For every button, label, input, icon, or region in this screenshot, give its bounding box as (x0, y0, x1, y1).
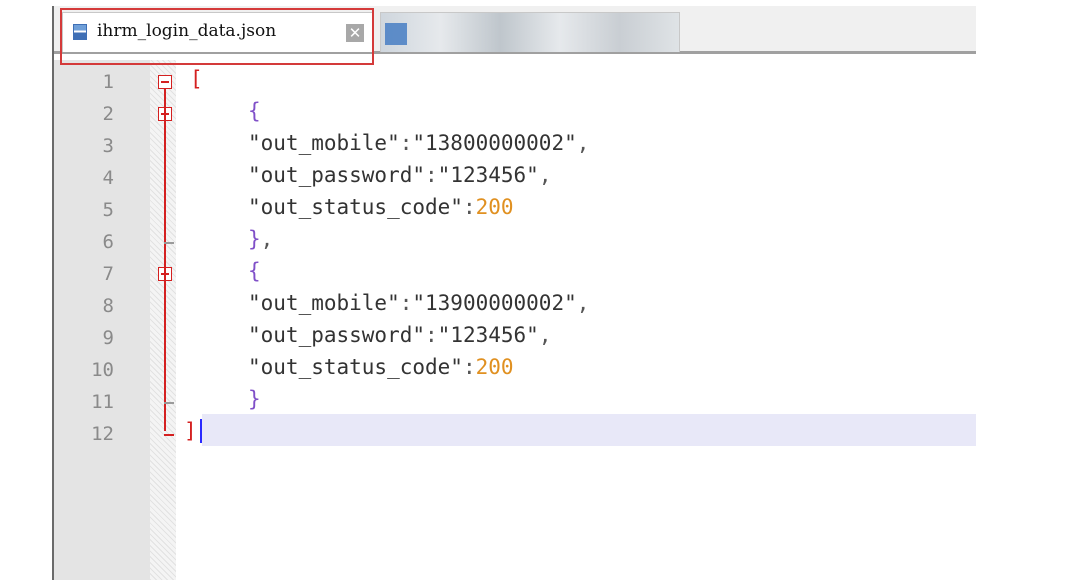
close-icon[interactable]: ✕ (346, 24, 364, 42)
tab-ihrm-login-data[interactable]: ihrm_login_data.json ✕ (62, 12, 374, 52)
code-line: "out_mobile":"13900000002", (248, 291, 590, 315)
fold-end-marker (164, 402, 174, 404)
line-number: 11 (91, 391, 114, 413)
tab-bar: ihrm_login_data.json ✕ (54, 6, 976, 54)
code-line: "out_status_code":200 (248, 355, 514, 379)
line-number: 2 (102, 103, 114, 125)
fold-end-marker (164, 434, 174, 436)
tab-label: ihrm_login_data.json (97, 21, 277, 41)
code-line: ] (184, 419, 197, 443)
line-number: 7 (102, 263, 114, 285)
code-line: "out_mobile":"13800000002", (248, 131, 590, 155)
line-number: 9 (102, 327, 114, 349)
code-line: "out_password":"123456", (248, 323, 552, 347)
line-number: 10 (91, 359, 114, 381)
fold-guide-line (164, 89, 166, 431)
line-number: 8 (102, 295, 114, 317)
code-line: }, (248, 227, 274, 251)
text-caret (200, 419, 202, 443)
code-line: { (248, 99, 261, 123)
code-line: "out_status_code":200 (248, 195, 514, 219)
code-editor[interactable]: 1 2 3 4 5 6 7 8 9 10 11 12[{"out_mobile":"138000000… (54, 60, 976, 580)
line-number: 12 (91, 423, 114, 445)
line-number: 5 (102, 199, 114, 221)
editor-window: ihrm_login_data.json ✕ 1 2 3 4 5 6 7 8 9 10 11 12[{… (52, 6, 976, 580)
save-icon (73, 24, 87, 40)
code-line: "out_password":"123456", (248, 163, 552, 187)
fold-toggle-icon[interactable] (158, 75, 172, 89)
current-line-highlight (202, 414, 976, 446)
tab-blurred-file[interactable] (380, 12, 680, 52)
line-number: 1 (102, 71, 114, 93)
fold-end-marker (164, 242, 174, 244)
code-line: { (248, 259, 261, 283)
code-line: [ (190, 67, 203, 91)
file-icon (385, 23, 407, 45)
line-number: 3 (102, 135, 114, 157)
line-number: 6 (102, 231, 114, 253)
code-line: } (248, 387, 261, 411)
fold-margin (150, 60, 176, 580)
line-number: 4 (102, 167, 114, 189)
